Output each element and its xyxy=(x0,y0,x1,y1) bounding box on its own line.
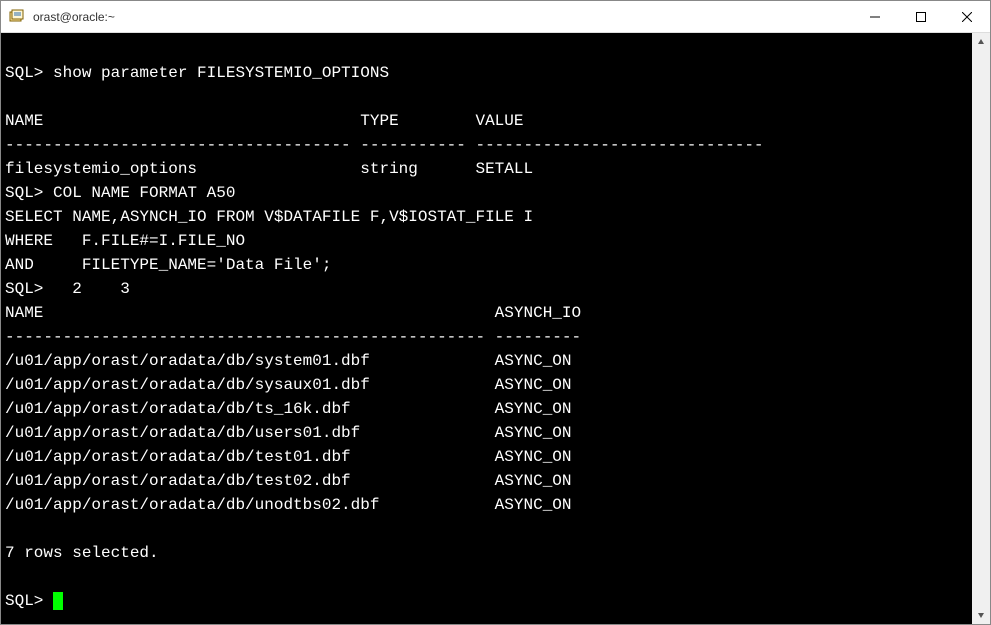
terminal[interactable]: SQL> show parameter FILESYSTEMIO_OPTIONS… xyxy=(1,33,972,624)
app-icon xyxy=(9,9,25,25)
window-frame: orast@oracle:~ SQL> show parameter FILES… xyxy=(0,0,991,625)
window-controls xyxy=(852,1,990,32)
maximize-button[interactable] xyxy=(898,1,944,32)
scroll-down-button[interactable] xyxy=(972,606,990,624)
scrollbar-track[interactable] xyxy=(972,51,990,606)
cursor xyxy=(53,592,63,610)
terminal-wrapper: SQL> show parameter FILESYSTEMIO_OPTIONS… xyxy=(1,33,990,624)
minimize-button[interactable] xyxy=(852,1,898,32)
window-title: orast@oracle:~ xyxy=(33,10,852,24)
titlebar[interactable]: orast@oracle:~ xyxy=(1,1,990,33)
scroll-up-button[interactable] xyxy=(972,33,990,51)
scrollbar[interactable] xyxy=(972,33,990,624)
close-button[interactable] xyxy=(944,1,990,32)
